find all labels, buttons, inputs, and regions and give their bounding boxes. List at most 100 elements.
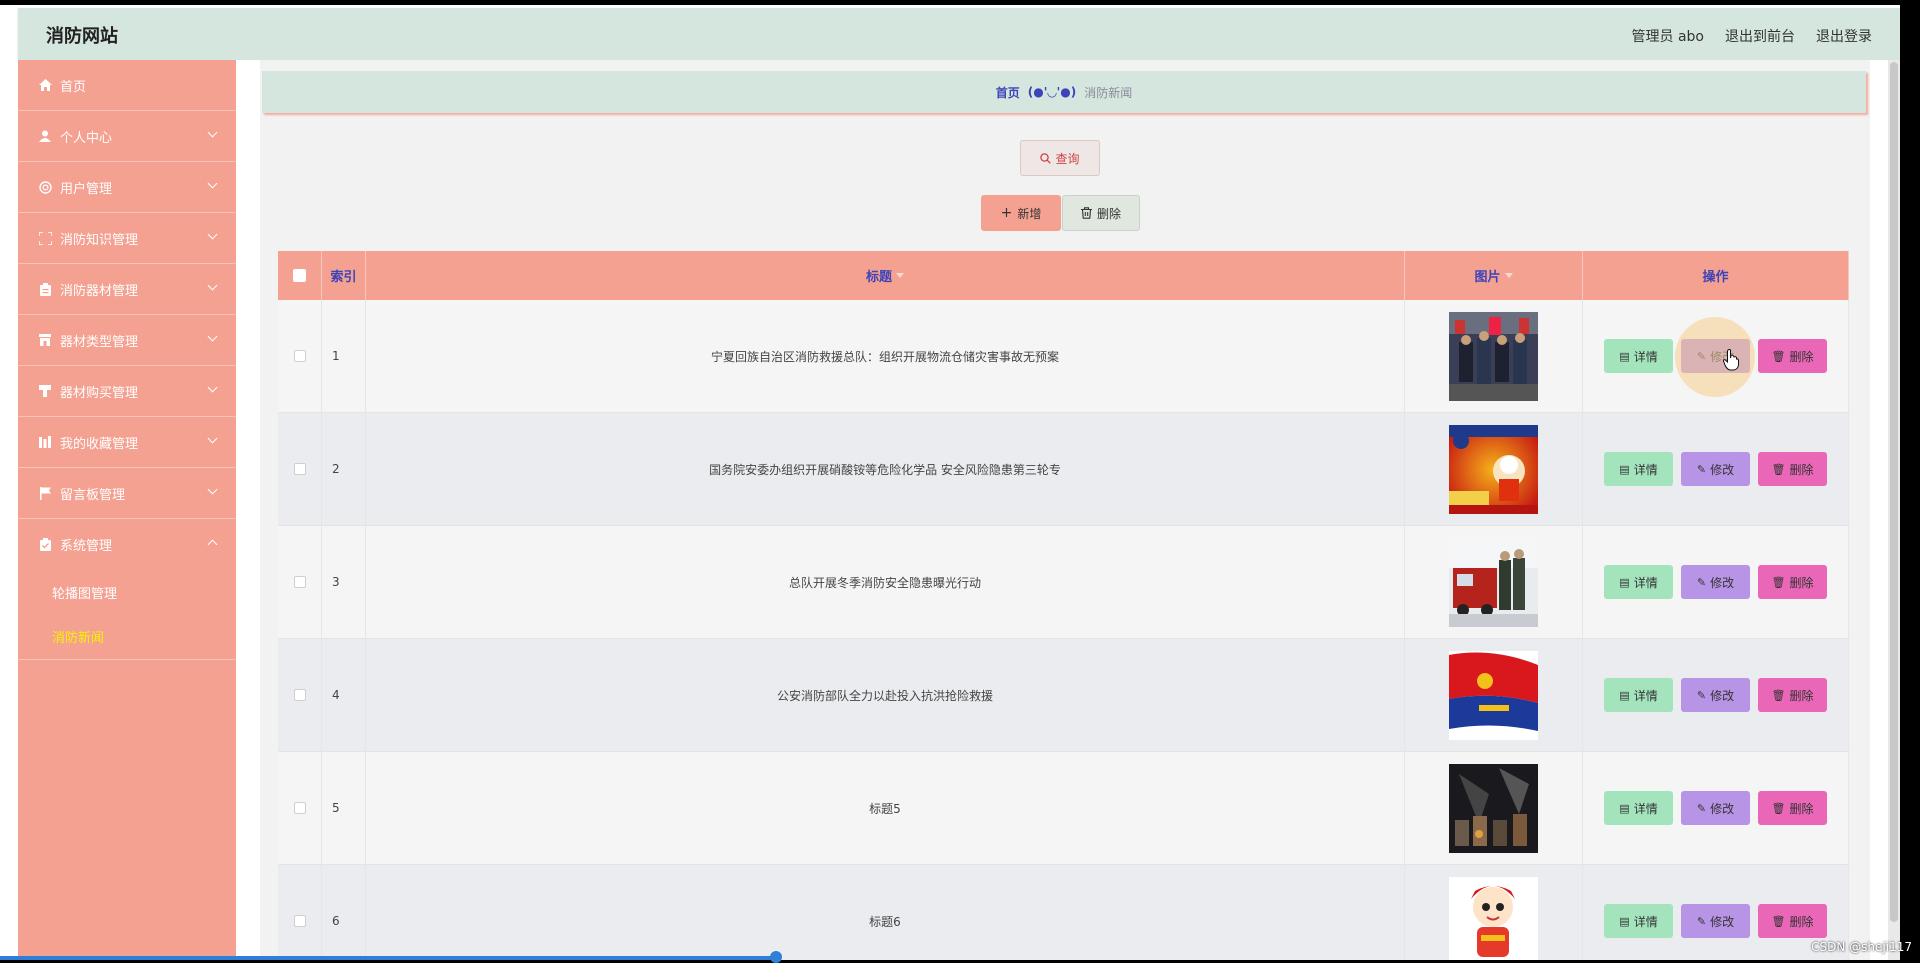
remove-button[interactable]: 🗑 删除: [1758, 904, 1827, 938]
remove-button[interactable]: 🗑 删除: [1758, 678, 1827, 712]
row-checkbox[interactable]: [293, 463, 306, 475]
remove-button[interactable]: 🗑 删除: [1758, 339, 1827, 373]
sidebar-item-system-management[interactable]: 系统管理: [18, 519, 236, 570]
detail-button[interactable]: ▤ 详情: [1604, 791, 1673, 825]
remove-label: 删除: [1789, 688, 1814, 703]
document-icon: ▤: [1619, 462, 1630, 476]
row-ops-cell: ▤ 详情 ✎ 修改 🗑 删除: [1583, 413, 1849, 525]
trash-icon: 🗑: [1771, 575, 1786, 589]
row-select-cell: [278, 639, 322, 751]
pencil-icon: ✎: [1696, 575, 1707, 589]
row-title: 标题5: [366, 752, 1405, 864]
detail-button[interactable]: ▤ 详情: [1604, 678, 1673, 712]
row-checkbox[interactable]: [293, 576, 306, 588]
trash-icon: 🗑: [1771, 462, 1786, 476]
edit-label: 修改: [1710, 688, 1735, 703]
batch-delete-button[interactable]: 删除: [1062, 195, 1140, 231]
row-select-cell: [278, 300, 322, 412]
row-index: 3: [322, 526, 366, 638]
sidebar-item-collection-management[interactable]: 我的收藏管理: [18, 417, 236, 468]
add-button[interactable]: + 新增: [981, 195, 1061, 231]
trash-icon: [1080, 207, 1092, 219]
batch-delete-label: 删除: [1096, 206, 1121, 221]
chevron-down-icon: [207, 331, 218, 342]
edit-button[interactable]: ✎ 修改: [1675, 317, 1755, 397]
sidebar-item-purchase-management[interactable]: 器材购买管理: [18, 366, 236, 417]
fullscreen-icon: [38, 231, 52, 245]
sidebar-item-personal-center[interactable]: 个人中心: [18, 111, 236, 162]
query-button[interactable]: 查询: [1020, 140, 1100, 176]
remove-label: 删除: [1789, 462, 1814, 477]
detail-label: 详情: [1633, 575, 1658, 590]
pencil-icon: ✎: [1696, 462, 1707, 476]
header-title[interactable]: 标题: [366, 251, 1405, 300]
watermark: CSDN @sheji117: [1811, 940, 1912, 954]
edit-label: 修改: [1710, 462, 1735, 477]
detail-button[interactable]: ▤ 详情: [1604, 452, 1673, 486]
logout-link[interactable]: 退出登录: [1816, 26, 1872, 46]
table-row: 4 公安消防部队全力以赴投入抗洪抢险救援 ▤ 详情 ✎ 修改 🗑 删除: [278, 639, 1849, 752]
scrollbar-thumb[interactable]: [1890, 62, 1898, 922]
detail-label: 详情: [1633, 914, 1658, 929]
sidebar-item-home[interactable]: 首页: [18, 60, 236, 111]
detail-button[interactable]: ▤ 详情: [1604, 565, 1673, 599]
header-image[interactable]: 图片: [1405, 251, 1583, 300]
edit-button[interactable]: ✎ 修改: [1681, 678, 1750, 712]
sidebar-item-type-management[interactable]: 器材类型管理: [18, 315, 236, 366]
document-icon: ▤: [1619, 801, 1630, 815]
sidebar-item-label: 个人中心: [60, 130, 113, 146]
sidebar-item-label: 器材购买管理: [60, 385, 139, 401]
chevron-down-icon: [207, 280, 218, 291]
detail-button[interactable]: ▤ 详情: [1604, 904, 1673, 938]
breadcrumb-home[interactable]: 首页: [996, 84, 1020, 101]
row-image-cell: [1405, 752, 1583, 864]
vertical-scrollbar[interactable]: [1888, 60, 1900, 960]
pencil-icon: ✎: [1696, 349, 1707, 363]
row-index: 6: [322, 865, 366, 960]
row-index: 4: [322, 639, 366, 751]
main-content: 首页 (●'◡'●) 消防新闻 查询 + 新增 删除 索引 标题 图片 操作 1…: [236, 60, 1900, 960]
detail-button[interactable]: ▤ 详情: [1604, 339, 1673, 373]
sidebar-item-user-management[interactable]: 用户管理: [18, 162, 236, 213]
document-icon: ▤: [1619, 349, 1630, 363]
row-checkbox[interactable]: [293, 802, 306, 814]
header-links: 管理员 abo 退出到前台 退出登录: [1632, 26, 1872, 46]
edit-label: 修改: [1710, 349, 1735, 364]
sidebar-item-label: 用户管理: [60, 181, 113, 197]
remove-label: 删除: [1789, 349, 1814, 364]
sidebar-subitem-fire-news[interactable]: 消防新闻: [18, 614, 236, 658]
row-select-cell: [278, 526, 322, 638]
edit-button[interactable]: ✎ 修改: [1681, 452, 1750, 486]
chevron-down-icon: [207, 178, 218, 189]
edit-button[interactable]: ✎ 修改: [1681, 904, 1750, 938]
sidebar-item-message-board[interactable]: 留言板管理: [18, 468, 236, 519]
header-title-label: 标题: [865, 270, 892, 285]
chevron-down-icon: [207, 229, 218, 240]
breadcrumb-emoticon: (●'◡'●): [1027, 85, 1077, 99]
sidebar-item-equipment-management[interactable]: 消防器材管理: [18, 264, 236, 315]
sidebar-subitem-carousel[interactable]: 轮播图管理: [18, 570, 236, 614]
row-checkbox[interactable]: [293, 689, 306, 701]
row-checkbox[interactable]: [293, 350, 306, 362]
exit-to-front-link[interactable]: 退出到前台: [1725, 26, 1795, 46]
remove-button[interactable]: 🗑 删除: [1758, 565, 1827, 599]
add-button-label: 新增: [1017, 206, 1042, 221]
sidebar-item-knowledge-management[interactable]: 消防知识管理: [18, 213, 236, 264]
remove-button[interactable]: 🗑 删除: [1758, 791, 1827, 825]
breadcrumb: 首页 (●'◡'●) 消防新闻: [262, 71, 1866, 113]
news-thumbnail: [1449, 650, 1538, 740]
sidebar-item-label: 消防知识管理: [60, 232, 139, 248]
remove-button[interactable]: 🗑 删除: [1758, 452, 1827, 486]
row-ops-cell: ▤ 详情 ✎ 修改 🗑 删除: [1583, 639, 1849, 751]
video-progress-handle[interactable]: [770, 951, 782, 963]
select-all-checkbox[interactable]: [293, 269, 306, 282]
video-progress-bar[interactable]: [0, 956, 776, 960]
edit-button[interactable]: ✎ 修改: [1681, 791, 1750, 825]
table-row: 5 标题5 ▤ 详情 ✎ 修改 🗑 删除: [278, 752, 1849, 865]
edit-button[interactable]: ✎ 修改: [1681, 565, 1750, 599]
admin-label: 管理员 abo: [1631, 29, 1704, 45]
sidebar-item-label: 消防器材管理: [60, 283, 139, 299]
breadcrumb-current: 消防新闻: [1084, 85, 1133, 100]
row-checkbox[interactable]: [293, 915, 306, 927]
query-button-label: 查询: [1055, 151, 1080, 166]
